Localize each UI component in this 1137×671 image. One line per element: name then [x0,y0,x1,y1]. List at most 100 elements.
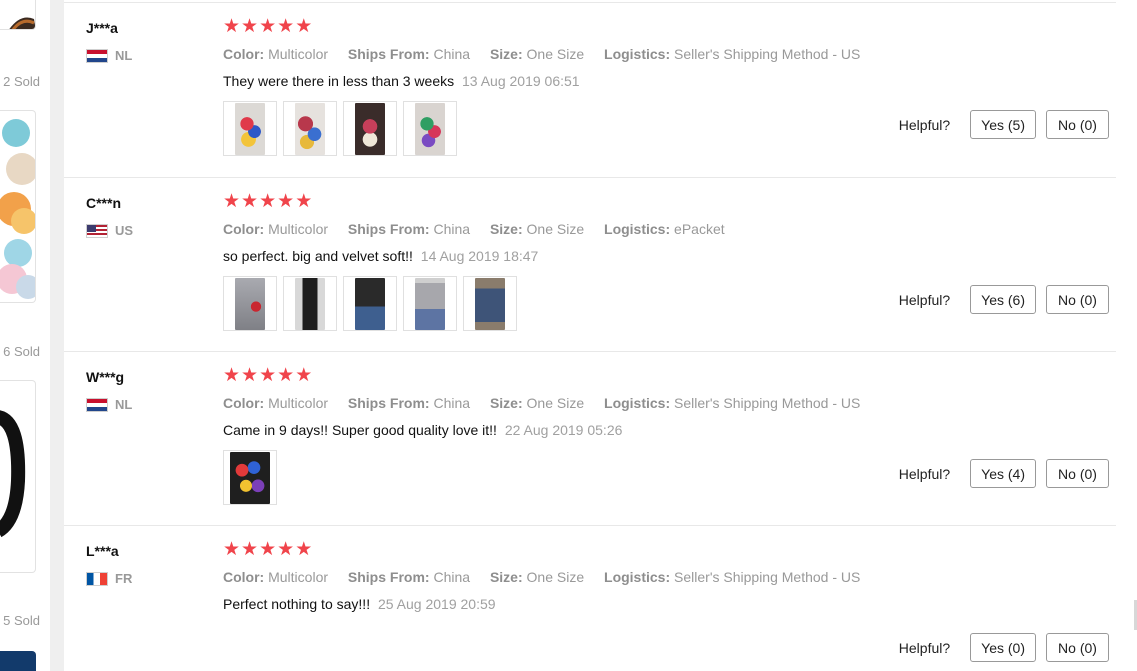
star-rating: ★ ★ ★ ★ ★ [223,540,313,559]
attr-logistics-key: Logistics: [604,46,671,62]
helpful-vote: Helpful? Yes (0) No (0) [899,633,1109,662]
star-rating: ★ ★ ★ ★ ★ [223,17,313,36]
sold-count: 5 Sold [3,613,40,628]
helpful-yes-button[interactable]: Yes (4) [970,459,1036,488]
helpful-yes-button[interactable]: Yes (6) [970,285,1036,314]
review-photo-thumbnail[interactable] [223,276,277,331]
star-icon: ★ [223,364,241,386]
related-products-sidebar: 2 Sold 6 Sold 5 Sold [0,0,50,671]
reviewer-country: NL [86,397,132,412]
netherlands-flag-icon [86,397,108,412]
star-icon: ★ [295,15,313,37]
review-text: so perfect. big and velvet soft!! [223,248,413,264]
product-thumbnail [0,410,26,538]
attr-color-value: Multicolor [268,569,329,585]
attr-color-value: Multicolor [268,395,329,411]
star-icon: ★ [223,538,241,560]
reviewer-name: L***a [86,543,119,559]
country-code: US [115,223,134,238]
helpful-no-button[interactable]: No (0) [1046,459,1109,488]
review-content: so perfect. big and velvet soft!! 14 Aug… [223,248,538,264]
reviewer-name: W***g [86,369,125,385]
attr-logistics-key: Logistics: [604,569,671,585]
attr-size-key: Size: [489,569,523,585]
order-attributes: Color: Multicolor Ships From: China Size… [223,46,876,62]
star-icon: ★ [259,190,277,212]
reviewer-name: J***a [86,20,118,36]
review-photo-thumbnail[interactable] [343,276,397,331]
product-thumbnail [9,17,35,29]
review-photo-thumbnail[interactable] [223,450,277,505]
review-text: Came in 9 days!! Super good quality love… [223,422,497,438]
review-date: 25 Aug 2019 20:59 [377,596,496,612]
helpful-yes-button[interactable]: Yes (0) [970,633,1036,662]
reviewer-country: US [86,223,133,238]
review-photos [223,101,463,156]
attr-logistics-key: Logistics: [604,221,671,237]
helpful-label: Helpful? [898,639,951,656]
star-rating: ★ ★ ★ ★ ★ [223,366,313,385]
attr-logistics-value: Seller's Shipping Method - US [674,395,861,411]
star-icon: ★ [259,15,277,37]
star-icon: ★ [241,15,259,37]
review-photo-thumbnail[interactable] [463,276,517,331]
review-content: They were there in less than 3 weeks 13 … [223,73,580,89]
star-icon: ★ [223,15,241,37]
country-code: NL [115,397,133,412]
related-product-card[interactable] [0,110,36,303]
helpful-label: Helpful? [898,465,951,482]
attr-color-key: Color: [223,569,265,585]
review-photo-thumbnail[interactable] [403,276,457,331]
attr-size-key: Size: [489,221,523,237]
sold-count: 6 Sold [3,344,40,359]
sold-count: 2 Sold [3,74,40,89]
star-rating: ★ ★ ★ ★ ★ [223,192,313,211]
review-photos [223,276,523,331]
review-photo-thumbnail[interactable] [343,101,397,156]
review-photo-thumbnail[interactable] [223,101,277,156]
attr-ships-from-value: China [433,395,471,411]
review-item: C***n US ★ ★ ★ ★ ★ Color: Multicolor Ships F… [64,178,1116,352]
reviewer-name: C***n [86,195,122,211]
star-icon: ★ [277,15,295,37]
reviewer-country: NL [86,48,132,63]
star-icon: ★ [223,190,241,212]
helpful-vote: Helpful? Yes (6) No (0) [899,285,1109,314]
related-product-card[interactable] [0,0,36,30]
review-content: Came in 9 days!! Super good quality love… [223,422,622,438]
reviewer-country: FR [86,571,132,586]
review-photo-thumbnail[interactable] [403,101,457,156]
attr-ships-from-value: China [433,46,471,62]
star-icon: ★ [241,190,259,212]
attr-color-value: Multicolor [268,46,329,62]
star-icon: ★ [241,538,259,560]
helpful-no-button[interactable]: No (0) [1046,633,1109,662]
helpful-label: Helpful? [898,116,951,133]
review-photo-thumbnail[interactable] [283,101,337,156]
star-icon: ★ [295,364,313,386]
country-code: FR [115,571,133,586]
order-attributes: Color: Multicolor Ships From: China Size… [223,569,876,585]
attr-color-key: Color: [223,46,265,62]
attr-size-key: Size: [489,46,523,62]
review-photos [223,450,283,505]
attr-color-value: Multicolor [268,221,329,237]
sidebar-button[interactable] [0,651,36,671]
related-product-card[interactable] [0,380,36,573]
order-attributes: Color: Multicolor Ships From: China Size… [223,395,876,411]
helpful-no-button[interactable]: No (0) [1046,110,1109,139]
star-icon: ★ [259,538,277,560]
helpful-vote: Helpful? Yes (5) No (0) [899,110,1109,139]
review-content: Perfect nothing to say!!! 25 Aug 2019 20… [223,596,496,612]
helpful-yes-button[interactable]: Yes (5) [970,110,1036,139]
star-icon: ★ [295,190,313,212]
helpful-no-button[interactable]: No (0) [1046,285,1109,314]
order-attributes: Color: Multicolor Ships From: China Size… [223,221,741,237]
review-photo-thumbnail[interactable] [283,276,337,331]
star-icon: ★ [259,364,277,386]
review-date: 22 Aug 2019 05:26 [504,422,623,438]
attr-ships-from-key: Ships From: [347,46,430,62]
france-flag-icon [86,571,108,586]
attr-logistics-value: Seller's Shipping Method - US [674,569,861,585]
attr-size-value: One Size [526,569,585,585]
